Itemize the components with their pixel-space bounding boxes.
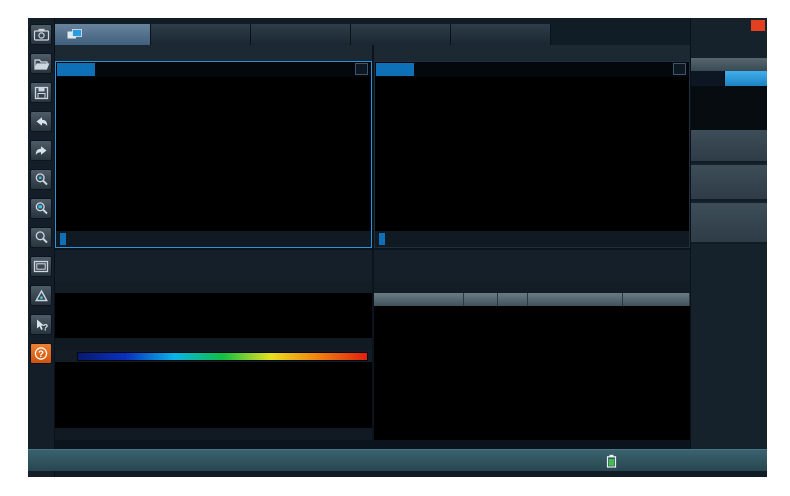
spectrogram-color-legend [77,352,368,361]
channel-tab-bar [55,24,690,45]
vna2-footer [375,231,689,247]
display-icon[interactable] [30,256,52,277]
sequence-refresh-icon[interactable] [30,285,52,306]
frequency-sweep-titlebar[interactable] [55,281,372,293]
help-icon[interactable]: ? [30,343,52,364]
battery-icon [606,454,617,468]
spectrum2-header [374,250,690,281]
tab-spectrum[interactable] [351,24,451,45]
sidebar-spacer [691,86,767,130]
marker-table-titlebar[interactable] [374,281,690,293]
undo-icon[interactable] [30,111,52,132]
sequencer-label [691,58,767,71]
channel-badge[interactable] [60,233,66,245]
sequencer-on-button[interactable] [691,71,725,86]
chan-setup-defined-sequence-button[interactable] [691,203,767,244]
spectrum-header [55,250,372,281]
marker-table-rows [374,306,690,332]
open-folder-icon[interactable] [30,53,52,74]
redo-icon[interactable] [30,140,52,161]
toolbar: ? ? [28,18,55,477]
vna2-window[interactable] [374,61,690,248]
spectrum2-panel-title [374,250,441,281]
help-pointer-icon[interactable]: ? [30,314,52,335]
vna2-panel-title [374,45,690,61]
right-column [374,45,690,449]
tab-vna2[interactable] [251,24,351,45]
spectrum2-empty-area [374,332,690,440]
spectrogram-plot[interactable] [55,362,372,428]
left-column [55,45,372,449]
spectrogram-footer [55,428,372,440]
marker-table-header [374,293,690,306]
sequencer-off-button[interactable] [725,71,767,86]
tab-vna[interactable] [151,24,251,45]
vna-window[interactable] [55,61,372,248]
instrument-window: ? ? [28,18,767,477]
camera-icon[interactable] [30,24,52,45]
save-icon[interactable] [30,82,52,103]
svg-text:?: ? [42,322,48,332]
multiview-icon [67,29,82,40]
window-select[interactable] [673,63,686,75]
zoom-icon[interactable] [30,169,52,190]
close-icon[interactable] [751,20,765,31]
screenshot-root: { "chrome": { "close_glyph": "×", "caret… [0,0,790,496]
sequencer-toggle [691,71,767,86]
channel-badge[interactable] [379,233,385,245]
window-select[interactable] [355,63,368,75]
frequency-sweep-footer [55,338,372,350]
spectrum-panel-title [55,250,122,281]
status-bar [28,449,767,471]
table-row[interactable] [374,319,690,332]
smith-chart-plot[interactable] [375,77,689,232]
spectrogram-titlebar[interactable] [55,350,372,362]
tab-multiview[interactable] [55,24,151,45]
vna-plot[interactable] [56,77,371,232]
svg-text:?: ? [38,349,44,360]
frequency-sweep-plot[interactable] [55,293,372,338]
softkey-sidebar [690,18,767,449]
single-sequence-button[interactable] [691,165,767,201]
main-panels [55,45,690,449]
battery-indicator [606,454,621,468]
tab-spectrum2[interactable] [451,24,551,45]
vna2-trace-header [375,62,689,77]
vna-panel-title [55,45,372,61]
table-row[interactable] [374,306,690,319]
zoom-off-icon[interactable] [30,227,52,248]
zoom-area-icon[interactable] [30,198,52,219]
vna-footer [56,231,371,247]
continuous-sequence-button[interactable] [691,130,767,163]
vna-trace-header [56,62,371,77]
